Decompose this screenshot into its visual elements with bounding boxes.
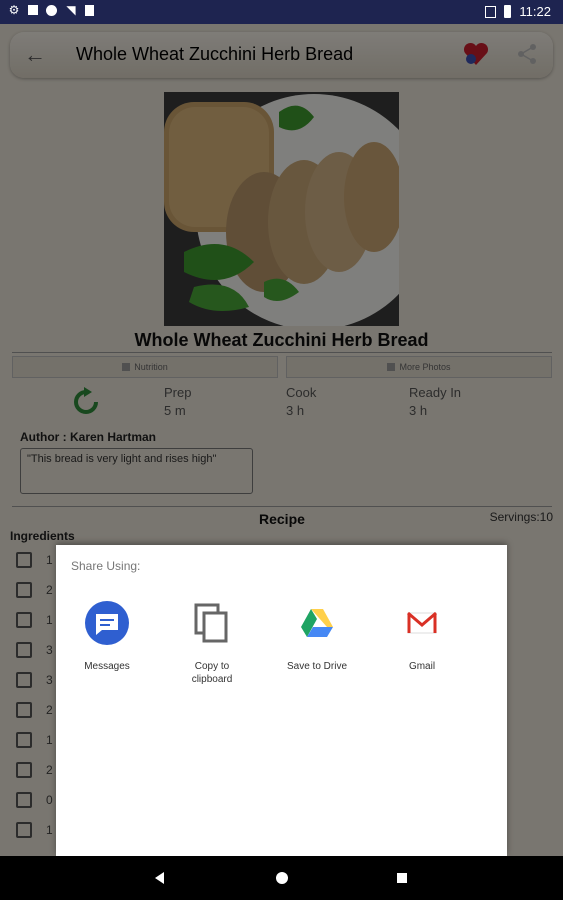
share-sheet: Share Using: Messages Copy to clipboard … <box>56 545 507 856</box>
copy-icon <box>194 603 228 643</box>
share-target-copy[interactable]: Copy to clipboard <box>167 601 257 686</box>
share-target-label: Copy to clipboard <box>191 661 233 685</box>
status-bar: ⚙ ◥ 11:22 <box>0 0 563 24</box>
nav-recents-icon[interactable] <box>397 873 407 883</box>
gear-icon: ⚙ <box>8 3 20 17</box>
nav-back-icon[interactable] <box>155 872 164 884</box>
drive-icon <box>295 601 339 645</box>
signal-icon: ◥ <box>66 3 76 17</box>
a-icon <box>28 5 38 15</box>
sdcard-icon <box>85 4 94 16</box>
share-sheet-title: Share Using: <box>71 559 141 573</box>
share-target-gmail[interactable]: Gmail <box>377 601 467 673</box>
gmail-icon <box>400 601 444 645</box>
nosim-icon <box>485 5 497 18</box>
share-target-label: Gmail <box>408 661 436 672</box>
navigation-bar <box>0 856 563 900</box>
share-target-label: Messages <box>84 661 130 672</box>
messages-icon <box>85 601 129 645</box>
share-target-label: Save to Drive <box>286 661 348 672</box>
circle-icon <box>46 4 57 16</box>
share-target-drive[interactable]: Save to Drive <box>272 601 362 673</box>
nav-home-icon[interactable] <box>276 872 288 884</box>
share-target-messages[interactable]: Messages <box>62 601 152 673</box>
clock: 11:22 <box>519 4 551 19</box>
battery-icon <box>504 5 512 18</box>
